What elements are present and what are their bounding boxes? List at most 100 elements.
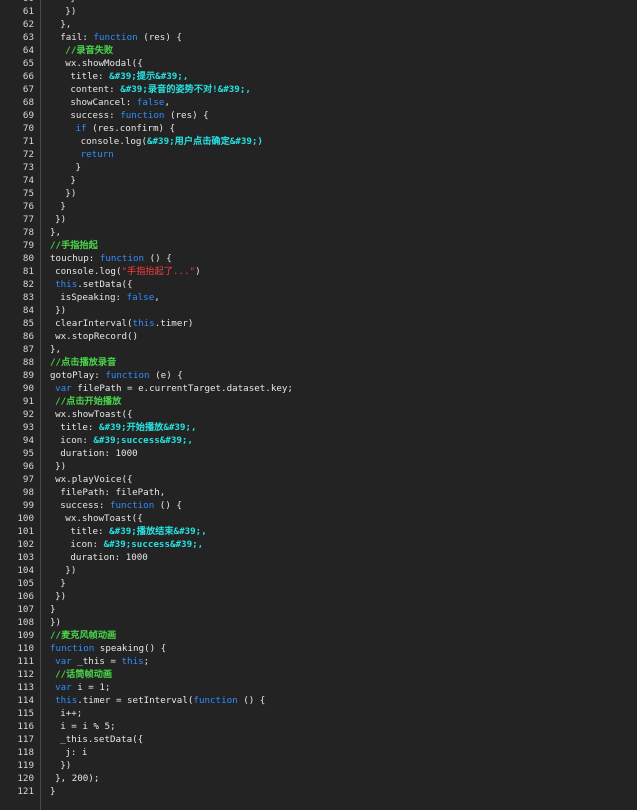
code-token: }) bbox=[60, 760, 72, 771]
code-text: }, bbox=[50, 343, 61, 356]
code-entity: &#39;开始播放&#39;, bbox=[98, 422, 197, 433]
code-token: .timer) bbox=[154, 318, 194, 329]
code-text: }) bbox=[65, 564, 76, 577]
code-token: ) bbox=[195, 266, 201, 277]
line-number: 92 bbox=[22, 409, 34, 420]
code-token: }) bbox=[55, 591, 67, 602]
code-token: }, bbox=[60, 19, 72, 30]
code-text: title: &#39;提示&#39;, bbox=[70, 70, 188, 83]
code-text: wx.showModal({ bbox=[65, 57, 142, 70]
code-line: 113 var i = 1; bbox=[0, 681, 637, 694]
code-text: content: &#39;录音的姿势不对!&#39;, bbox=[70, 83, 251, 96]
code-line: 99 success: function () { bbox=[0, 499, 637, 512]
line-number: 84 bbox=[22, 305, 34, 316]
code-line: 102 icon: &#39;success&#39;, bbox=[0, 538, 637, 551]
code-keyword: var bbox=[55, 656, 72, 667]
code-line: 88 //点击播放录音 bbox=[0, 356, 637, 369]
code-line: 85 clearInterval(this.timer) bbox=[0, 317, 637, 330]
code-token: } bbox=[50, 604, 56, 615]
code-token: _this.setData({ bbox=[60, 734, 144, 745]
code-line: 84}) bbox=[0, 304, 637, 317]
line-number: 106 bbox=[17, 591, 34, 602]
code-keyword: return bbox=[80, 149, 114, 160]
line-number: 103 bbox=[17, 552, 34, 563]
code-keyword: if bbox=[75, 123, 87, 134]
code-keyword: function bbox=[105, 370, 150, 381]
code-line: 62}, bbox=[0, 18, 637, 31]
code-line: 121} bbox=[0, 785, 637, 798]
code-text: }, 200); bbox=[55, 772, 99, 785]
code-token: isSpeaking: bbox=[60, 292, 127, 303]
code-line: 118 j: i bbox=[0, 746, 637, 759]
code-token: } bbox=[50, 786, 56, 797]
code-text: }) bbox=[65, 187, 76, 200]
code-line: 82 this.setData({ bbox=[0, 278, 637, 291]
code-token: }) bbox=[65, 565, 77, 576]
code-line: 70 if (res.confirm) { bbox=[0, 122, 637, 135]
code-line: 115 i++; bbox=[0, 707, 637, 720]
code-text: showCancel: false, bbox=[70, 96, 170, 109]
code-line: 73} bbox=[0, 161, 637, 174]
code-token: }, bbox=[50, 344, 62, 355]
code-text: } bbox=[70, 174, 76, 187]
line-number: 90 bbox=[22, 383, 34, 394]
code-text: if (res.confirm) { bbox=[76, 122, 176, 135]
line-number: 83 bbox=[22, 292, 34, 303]
line-number: 65 bbox=[22, 58, 34, 69]
code-token: title: bbox=[60, 422, 99, 433]
line-number: 114 bbox=[17, 695, 34, 706]
code-text: } bbox=[76, 161, 82, 174]
code-text: function speaking() { bbox=[50, 642, 166, 655]
code-line: 119}) bbox=[0, 759, 637, 772]
code-line: 64 //录音失败 bbox=[0, 44, 637, 57]
code-keyword: this bbox=[55, 279, 78, 290]
code-text: touchup: function () { bbox=[50, 252, 172, 265]
code-text: icon: &#39;success&#39;, bbox=[70, 538, 203, 551]
code-token: gotoPlay: bbox=[50, 370, 106, 381]
line-number: 118 bbox=[17, 747, 34, 758]
code-text: var i = 1; bbox=[55, 681, 110, 694]
code-comment: //录音失败 bbox=[65, 45, 114, 56]
code-token: () { bbox=[154, 500, 182, 511]
code-text: wx.showToast({ bbox=[65, 512, 142, 525]
code-entity: &#39;success&#39;, bbox=[103, 539, 204, 550]
code-token: title: bbox=[70, 71, 110, 82]
code-line: 61}) bbox=[0, 5, 637, 18]
code-comment: //手指抬起 bbox=[50, 240, 98, 251]
line-number: 82 bbox=[22, 279, 34, 290]
code-text: }) bbox=[50, 616, 61, 629]
code-entity: &#39;录音的姿势不对!&#39;, bbox=[120, 84, 251, 95]
line-number: 112 bbox=[17, 669, 34, 680]
code-token: (e) { bbox=[149, 370, 183, 381]
code-line: 107} bbox=[0, 603, 637, 616]
code-line: 90 var filePath = e.currentTarget.dataset… bbox=[0, 382, 637, 395]
code-comment: //点击播放录音 bbox=[50, 357, 117, 368]
code-text: title: &#39;播放结束&#39;, bbox=[70, 525, 206, 538]
code-line: 98 filePath: filePath, bbox=[0, 486, 637, 499]
code-line: 104}) bbox=[0, 564, 637, 577]
code-token: , bbox=[164, 97, 170, 108]
code-keyword: function bbox=[99, 253, 145, 264]
line-number: 88 bbox=[22, 357, 34, 368]
code-text: filePath: filePath, bbox=[60, 486, 165, 499]
code-text: } bbox=[60, 577, 66, 590]
code-token: () { bbox=[237, 695, 266, 706]
line-number: 115 bbox=[17, 708, 34, 719]
code-token: }) bbox=[55, 305, 67, 316]
code-line: 65 wx.showModal({ bbox=[0, 57, 637, 70]
line-number: 104 bbox=[17, 565, 34, 576]
code-text: success: function (res) { bbox=[70, 109, 208, 122]
code-text: }) bbox=[55, 590, 66, 603]
code-text: gotoPlay: function (e) { bbox=[50, 369, 183, 382]
code-line: 78}, bbox=[0, 226, 637, 239]
line-number: 111 bbox=[17, 656, 34, 667]
code-keyword: false bbox=[136, 97, 165, 108]
line-number: 79 bbox=[22, 240, 34, 251]
code-line: 79 //手指抬起 bbox=[0, 239, 637, 252]
code-comment: //话筒帧动画 bbox=[55, 669, 113, 680]
code-text: } bbox=[50, 603, 56, 616]
code-editor[interactable]: 60}61})62},63fail: function (res) {64//录… bbox=[0, 0, 637, 810]
code-text: //手指抬起 bbox=[50, 239, 98, 252]
code-token: .timer = setInterval( bbox=[77, 695, 194, 706]
line-number: 72 bbox=[22, 149, 34, 160]
